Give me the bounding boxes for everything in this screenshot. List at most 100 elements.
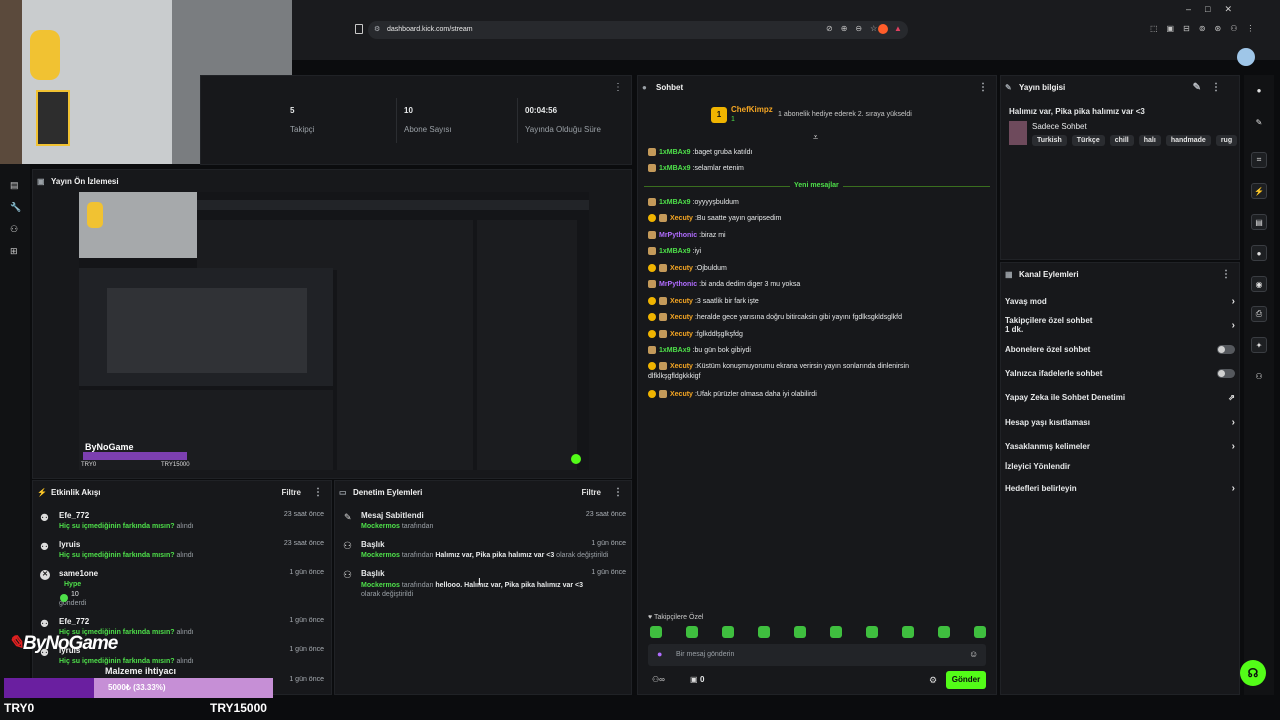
channel-action-item[interactable]: Takipçilere özel sohbet 1 dk. › <box>1005 316 1235 334</box>
chat-username[interactable]: MrPythonic <box>659 281 697 288</box>
pinned-username[interactable]: ChefKimpz <box>731 105 773 114</box>
emote-icon[interactable] <box>722 626 734 638</box>
chat-text: baget gruba katıldı <box>694 148 753 156</box>
channel-action-item[interactable]: Yapay Zeka ile Sohbet Denetimi ⇗ <box>1005 393 1235 402</box>
emote-icon[interactable] <box>938 626 950 638</box>
wrench-icon[interactable]: ✦ <box>1251 337 1267 353</box>
moderation-menu-icon[interactable]: ⋮ <box>613 487 623 498</box>
tag[interactable]: rug <box>1215 135 1238 146</box>
emote-icon[interactable] <box>758 626 770 638</box>
left-rail-icons[interactable]: ▤ 🔧 ⚇ ⊞ <box>10 174 21 262</box>
chat-username[interactable]: Xecuty <box>670 265 693 272</box>
rewards-icon[interactable]: ▲ <box>894 24 902 33</box>
stat-label: Takipçi <box>290 125 315 134</box>
tune-icon: ⚙ <box>374 26 381 33</box>
address-bar-actions-icon[interactable]: ⊘⊕⊖☆ <box>826 24 885 33</box>
chat-menu-icon[interactable]: ⋮ <box>978 82 988 93</box>
browser-extension-icons[interactable]: ⬚▣⊟⊚⊛⚇⋮ <box>1150 24 1263 33</box>
pikachu-badge-icon <box>659 362 667 370</box>
toggle-switch[interactable] <box>1217 345 1235 354</box>
tag[interactable]: halı <box>1138 135 1161 146</box>
emote-icon[interactable] <box>902 626 914 638</box>
window-controls-icon[interactable]: –□✕ <box>1186 4 1246 15</box>
avatar[interactable] <box>1237 48 1255 66</box>
stream-info-edit-icon[interactable]: ✎⋮ <box>1193 82 1231 93</box>
channel-action-text: Yasaklanmış kelimeler <box>1005 442 1090 451</box>
users-icon[interactable]: ⚇∞ <box>652 675 665 684</box>
channel-actions-menu-icon[interactable]: ⋮ <box>1221 269 1231 280</box>
channel-action-text: Hedefleri belirleyin <box>1005 484 1077 493</box>
preview-panel: ▣ Yayın Ön İzlemesi ByNoGame TRY0 TRY150… <box>32 169 632 479</box>
chevron-right-icon[interactable]: › <box>1232 320 1235 331</box>
emote-icon[interactable] <box>830 626 842 638</box>
kick-coin-icon <box>60 594 68 602</box>
send-button[interactable]: Gönder <box>946 671 986 689</box>
edit-icon[interactable]: ✎ <box>1251 114 1267 130</box>
channel-action-item[interactable]: İzleyici Yönlendir <box>1005 462 1235 471</box>
broadcast-icon[interactable]: ◉ <box>1251 276 1267 292</box>
emote-icon[interactable] <box>794 626 806 638</box>
channel-action-item[interactable]: Abonelere özel sohbet <box>1005 345 1235 354</box>
chevron-right-icon[interactable]: › <box>1232 483 1235 494</box>
collapse-icon[interactable]: ⩡ <box>813 132 818 143</box>
crop-icon[interactable]: ⌗ <box>1251 152 1267 168</box>
chat-username[interactable]: Xecuty <box>670 298 693 305</box>
lightning-icon[interactable]: ⚡ <box>1251 183 1267 199</box>
bookmark-icon[interactable] <box>355 24 363 34</box>
chat-message: Xecuty: 3 saatlik bir fark işte <box>648 297 759 305</box>
tag[interactable]: chill <box>1109 135 1134 146</box>
channel-action-item[interactable]: Yavaş mod › <box>1005 296 1235 307</box>
emoji-icon[interactable]: ☺ <box>969 649 978 659</box>
stream-preview[interactable]: ByNoGame TRY0 TRY15000 <box>79 192 589 470</box>
chat-username[interactable]: Xecuty <box>670 363 693 370</box>
chat-text: heralde gece yarısına doğru bitircaksin … <box>696 313 902 321</box>
list-item: ✕ same1one Hype 10 gönderdi 1 gün önce <box>40 569 330 607</box>
toggle-switch[interactable] <box>1217 369 1235 378</box>
chat-username[interactable]: Xecuty <box>670 391 693 398</box>
address-bar[interactable]: ⚙ dashboard.kick.com/stream ⊘⊕⊖☆ ▲ <box>368 21 908 39</box>
chat-username[interactable]: 1xMBAx9 <box>659 199 691 206</box>
info-icon[interactable]: ● <box>1251 82 1267 98</box>
channel-action-item[interactable]: Hedefleri belirleyin › <box>1005 483 1235 494</box>
chevron-right-icon[interactable]: › <box>1232 296 1235 307</box>
chat-username[interactable]: Xecuty <box>670 331 693 338</box>
help-icon[interactable]: ☊ <box>1240 660 1266 686</box>
chat-bubble-icon[interactable]: ● <box>1251 245 1267 261</box>
preview-goal-max: TRY15000 <box>161 462 190 468</box>
channel-action-item[interactable]: Yasaklanmış kelimeler › <box>1005 441 1235 452</box>
pikachu-badge-icon <box>648 148 656 156</box>
activity-filter-button[interactable]: Filtre <box>281 488 301 497</box>
emote-icon[interactable] <box>650 626 662 638</box>
chat-settings-icon[interactable]: ⚙ <box>929 675 937 686</box>
external-link-icon[interactable]: ⇗ <box>1228 393 1235 402</box>
tag[interactable]: Türkçe <box>1071 135 1105 146</box>
stat-value: 10 <box>404 106 413 115</box>
tag[interactable]: Turkish <box>1032 135 1067 146</box>
chat-username[interactable]: 1xMBAx9 <box>659 347 691 354</box>
chevron-right-icon[interactable]: › <box>1232 441 1235 452</box>
activity-menu-icon[interactable]: ⋮ <box>313 487 323 498</box>
chevron-right-icon[interactable]: › <box>1232 417 1235 428</box>
chat-username[interactable]: MrPythonic <box>659 232 697 239</box>
emote-icon[interactable] <box>866 626 878 638</box>
moderation-filter-button[interactable]: Filtre <box>581 488 601 497</box>
chat-username[interactable]: Xecuty <box>670 215 693 222</box>
chat-username[interactable]: 1xMBAx9 <box>659 149 691 156</box>
subscriber-badge-icon <box>648 264 656 272</box>
users-icon[interactable]: ⚇ <box>1251 368 1267 384</box>
printer-icon[interactable]: ⎙ <box>1251 306 1267 322</box>
chat-input[interactable]: ● Bir mesaj gönderin ☺ <box>648 644 986 666</box>
emote-icon[interactable] <box>686 626 698 638</box>
mic-icon[interactable]: ● <box>657 649 662 659</box>
category-name[interactable]: Sadece Sohbet <box>1032 122 1087 131</box>
tag[interactable]: handmade <box>1165 135 1211 146</box>
emote-icon[interactable] <box>974 626 986 638</box>
chat-username[interactable]: 1xMBAx9 <box>659 248 691 255</box>
document-icon[interactable]: ▤ <box>1251 214 1267 230</box>
brave-shield-icon[interactable] <box>878 24 888 34</box>
channel-action-item[interactable]: Hesap yaşı kısıtlaması › <box>1005 417 1235 428</box>
chat-username[interactable]: 1xMBAx9 <box>659 165 691 172</box>
channel-action-item[interactable]: Yalnızca ifadelerle sohbet <box>1005 369 1235 378</box>
chat-username[interactable]: Xecuty <box>670 314 693 321</box>
stats-menu-icon[interactable]: ⋮ <box>613 82 623 93</box>
